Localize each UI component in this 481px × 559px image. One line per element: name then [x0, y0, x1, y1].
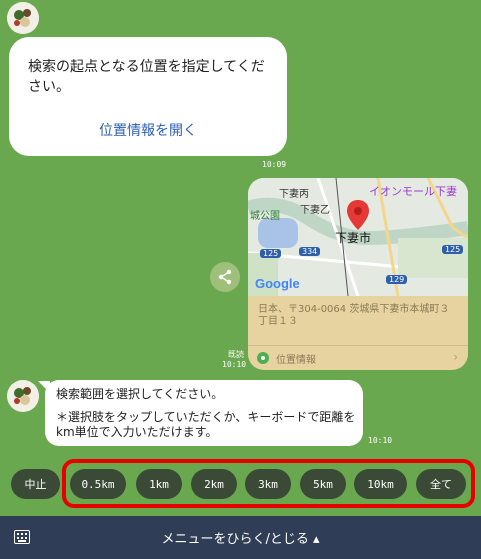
message-time: 10:10: [222, 360, 247, 369]
message-time: 10:09: [262, 160, 287, 169]
map-label-shimotsuma-otsu: 下妻乙: [300, 205, 330, 216]
location-address: 日本、〒304-0064 茨城県下妻市本城町３丁目１３: [258, 304, 450, 327]
menu-toggle-button[interactable]: メニューをひらく/とじる ▴: [0, 528, 481, 547]
share-icon: [218, 269, 232, 285]
share-button[interactable]: [210, 262, 240, 292]
message-bubble-range-select: 検索範囲を選択してください。 ＊選択肢をタップしていただくか、キーボードで距離を…: [45, 380, 363, 446]
location-card[interactable]: 下妻丙 下妻乙 下妻市 イオンモール下妻 城公園 125 334 129 125…: [248, 178, 468, 370]
location-info-label: 位置情報: [276, 355, 316, 366]
read-label: 既読: [228, 350, 244, 359]
message-bubble-location-request: 検索の起点となる位置を指定してください。 位置情報を開く: [9, 37, 287, 156]
bot-avatar-icon: [7, 2, 39, 34]
route-badge-125: 125: [260, 249, 282, 258]
message-text-line2: ＊選択肢をタップしていただくか、キーボードで距離をkm単位で入力いただけます。: [56, 410, 356, 439]
map-label-shimotsuma-hei: 下妻丙: [279, 189, 309, 200]
route-badge-125-east: 125: [442, 245, 464, 254]
route-badge-129: 129: [386, 275, 408, 284]
google-logo: Google: [255, 276, 300, 291]
map-label-city: 下妻市: [335, 231, 372, 245]
bot-avatar-icon: [7, 380, 39, 412]
quick-reply-stop[interactable]: 中止: [11, 469, 60, 499]
message-text-line1: 検索範囲を選択してください。: [56, 387, 224, 401]
location-info-bar[interactable]: 位置情報 ›: [248, 345, 468, 370]
map-pin-icon: [347, 200, 369, 230]
chevron-right-icon: ›: [453, 350, 458, 364]
bottom-menu-bar: メニューをひらく/とじる ▴: [0, 516, 481, 559]
location-pin-icon: [257, 352, 269, 364]
bot-avatar[interactable]: [7, 380, 39, 412]
bot-avatar[interactable]: [7, 2, 39, 34]
message-text: 検索の起点となる位置を指定してください。: [28, 59, 265, 95]
open-location-link[interactable]: 位置情報を開く: [9, 120, 287, 140]
message-time: 10:10: [368, 436, 393, 445]
map-label-park: 城公園: [250, 211, 280, 222]
map-label-mall: イオンモール下妻: [369, 185, 457, 198]
highlight-annotation-box: [62, 459, 475, 508]
read-receipt: 既読 10:10: [222, 350, 247, 370]
map-preview[interactable]: 下妻丙 下妻乙 下妻市 イオンモール下妻 城公園 125 334 129 125…: [248, 178, 468, 297]
route-badge-334: 334: [299, 247, 321, 256]
